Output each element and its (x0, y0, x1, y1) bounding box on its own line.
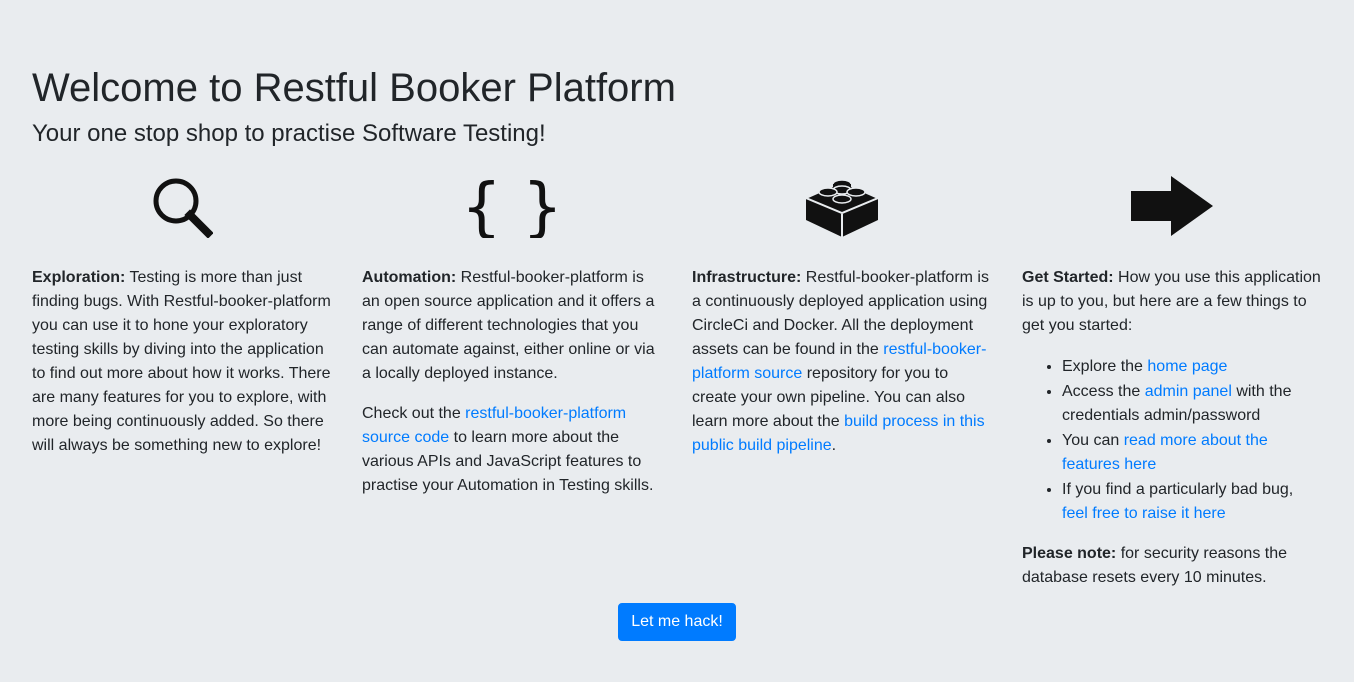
list-item: You can read more about the features her… (1062, 429, 1322, 477)
exploration-text: Exploration: Testing is more than just f… (32, 266, 332, 458)
security-note: Please note: for security reasons the da… (1022, 542, 1322, 590)
curly-braces-icon: {{ }} (362, 176, 662, 242)
list-item: Access the admin panel with the credenti… (1062, 380, 1322, 428)
list-item-text: Explore the (1062, 358, 1148, 375)
arrow-right-icon (1022, 176, 1322, 242)
list-item-text: If you find a particularly bad bug, (1062, 481, 1294, 498)
exploration-body: Testing is more than just finding bugs. … (32, 269, 331, 454)
automation-column: {{ }} Automation: Restful-booker-platfor… (362, 176, 662, 498)
raise-bug-link[interactable]: feel free to raise it here (1062, 505, 1226, 522)
list-item: If you find a particularly bad bug, feel… (1062, 478, 1322, 526)
automation-heading: Automation: (362, 269, 457, 286)
automation-text: Automation: Restful-booker-platform is a… (362, 266, 662, 386)
list-item-text: You can (1062, 432, 1124, 449)
svg-text:{{ }}: {{ }} (466, 176, 558, 238)
infrastructure-column: Infrastructure: Restful-booker-platform … (692, 176, 992, 458)
exploration-heading: Exploration: (32, 269, 126, 286)
admin-panel-link[interactable]: admin panel (1145, 383, 1232, 400)
home-page-link[interactable]: home page (1147, 358, 1227, 375)
get-started-heading: Get Started: (1022, 269, 1114, 286)
get-started-text: Get Started: How you use this applicatio… (1022, 266, 1322, 338)
get-started-column: Get Started: How you use this applicatio… (1022, 176, 1322, 590)
infrastructure-body-end: . (831, 437, 837, 454)
automation-source-text: Check out the restful-booker-platform so… (362, 402, 662, 498)
welcome-jumbotron: Welcome to Restful Booker Platform Your … (0, 0, 1354, 682)
list-item-text: Access the (1062, 383, 1145, 400)
automation-source-prefix: Check out the (362, 405, 466, 422)
note-heading: Please note: (1022, 545, 1117, 562)
exploration-column: Exploration: Testing is more than just f… (32, 176, 332, 458)
page-subtitle: Your one stop shop to practise Software … (32, 120, 546, 147)
lego-brick-icon (692, 176, 992, 242)
get-started-list: Explore the home page Access the admin p… (1022, 355, 1322, 526)
infrastructure-text: Infrastructure: Restful-booker-platform … (692, 266, 992, 458)
search-icon (32, 176, 332, 242)
list-item: Explore the home page (1062, 355, 1322, 379)
infrastructure-heading: Infrastructure: (692, 269, 802, 286)
page-title: Welcome to Restful Booker Platform (32, 66, 676, 110)
let-me-hack-button[interactable]: Let me hack! (618, 603, 736, 641)
